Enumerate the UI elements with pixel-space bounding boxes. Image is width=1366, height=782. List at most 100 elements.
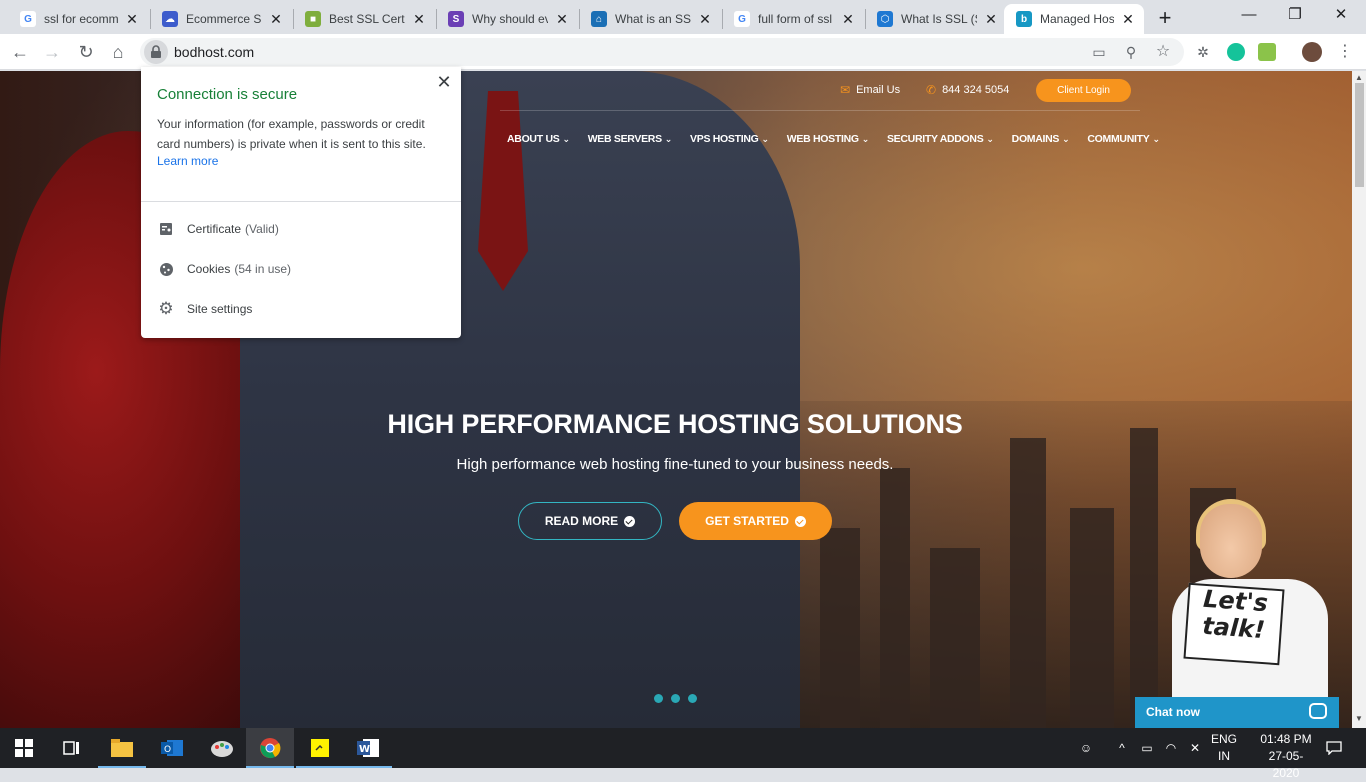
show-hidden-icons[interactable]: ^ bbox=[1112, 728, 1132, 768]
scroll-down-icon[interactable]: ▼ bbox=[1355, 714, 1363, 723]
page-scrollbar[interactable]: ▲ ▼ bbox=[1352, 71, 1366, 728]
maximize-button[interactable]: ❐ bbox=[1272, 0, 1318, 32]
header-divider bbox=[500, 110, 1140, 111]
phone-icon: ✆ bbox=[926, 83, 937, 97]
extension-gear-icon[interactable]: ✲ bbox=[1194, 43, 1212, 61]
file-explorer-icon[interactable] bbox=[98, 728, 146, 768]
minimize-button[interactable]: — bbox=[1226, 0, 1272, 32]
email-us-link[interactable]: ✉ Email Us bbox=[840, 83, 900, 97]
close-tab-icon[interactable]: ✕ bbox=[268, 11, 284, 28]
tab-managed-hosting[interactable]: b Managed Hosting ✕ bbox=[1004, 4, 1144, 34]
home-button[interactable]: ⌂ bbox=[106, 40, 130, 64]
close-tab-icon[interactable]: ✕ bbox=[411, 11, 427, 28]
client-login-button[interactable]: Client Login bbox=[1036, 79, 1131, 102]
back-button[interactable]: ← bbox=[8, 40, 32, 64]
paint-icon[interactable] bbox=[198, 728, 246, 768]
chat-bubble-icon bbox=[1309, 703, 1327, 719]
chevron-down-icon: ⌄ bbox=[861, 134, 870, 144]
close-tab-icon[interactable]: ✕ bbox=[1120, 11, 1136, 28]
close-icon[interactable]: ✕ bbox=[435, 73, 453, 91]
envelope-icon: ✉ bbox=[840, 83, 851, 97]
svg-text:O: O bbox=[164, 745, 171, 755]
phone-number[interactable]: ✆ 844 324 5054 bbox=[926, 83, 1009, 97]
tab-full-form-of-ssl[interactable]: G full form of ssl ✕ bbox=[722, 4, 864, 34]
site-settings-item[interactable]: ⚙ Site settings bbox=[157, 299, 252, 319]
tab-what-is-an-ssl[interactable]: ⌂ What is an SSL ✕ bbox=[579, 4, 721, 34]
slider-dot[interactable] bbox=[671, 694, 680, 703]
language-indicator[interactable]: ENG IN bbox=[1208, 731, 1240, 765]
task-view-button[interactable] bbox=[48, 728, 96, 768]
battery-icon[interactable]: ▭ bbox=[1136, 728, 1158, 768]
chevron-down-icon: ⌄ bbox=[761, 134, 770, 144]
close-tab-icon[interactable]: ✕ bbox=[124, 11, 140, 28]
get-started-button[interactable]: GET STARTED bbox=[679, 502, 832, 540]
cube-icon: ■ bbox=[305, 11, 321, 27]
bodhost-icon: b bbox=[1016, 11, 1032, 27]
tab-what-is-ssl-secure[interactable]: ⬡ What Is SSL (Secure ✕ bbox=[865, 4, 1007, 34]
gear-icon: ⚙ bbox=[158, 299, 174, 318]
new-tab-button[interactable]: + bbox=[1152, 6, 1178, 32]
tab-strip: G ssl for ecommerce ✕ ☁ Ecommerce SSL ✕ … bbox=[0, 0, 1366, 34]
learn-more-link[interactable]: Learn more bbox=[157, 154, 218, 168]
check-circle-icon bbox=[624, 515, 636, 527]
nav-community[interactable]: COMMUNITY ⌄ bbox=[1087, 133, 1160, 145]
read-more-button[interactable]: READ MORE bbox=[518, 502, 662, 540]
close-tab-icon[interactable]: ✕ bbox=[554, 11, 570, 28]
avatar[interactable] bbox=[1302, 42, 1322, 62]
volume-muted-icon[interactable]: ✕ bbox=[1184, 728, 1206, 768]
lock-icon[interactable] bbox=[144, 40, 168, 64]
menu-icon[interactable]: ⋮ bbox=[1336, 43, 1354, 61]
google-icon: G bbox=[20, 11, 36, 27]
chevron-down-icon: ⌄ bbox=[664, 134, 673, 144]
close-tab-icon[interactable]: ✕ bbox=[697, 11, 713, 28]
google-icon: G bbox=[734, 11, 750, 27]
close-tab-icon[interactable]: ✕ bbox=[840, 11, 856, 28]
nav-domains[interactable]: DOMAINS ⌄ bbox=[1012, 133, 1070, 145]
cookie-icon bbox=[157, 260, 175, 278]
hexagon-icon: ⬡ bbox=[877, 11, 893, 27]
chevron-down-icon: ⌄ bbox=[562, 134, 570, 144]
url-text[interactable]: bodhost.com bbox=[174, 44, 254, 60]
close-window-button[interactable]: ✕ bbox=[1318, 0, 1364, 32]
slider-dots bbox=[654, 694, 697, 703]
chat-now-button[interactable]: Chat now bbox=[1135, 697, 1339, 728]
bookmark-star-icon[interactable]: ☆ bbox=[1154, 43, 1172, 61]
outlook-icon[interactable]: O bbox=[148, 728, 196, 768]
scroll-thumb[interactable] bbox=[1355, 83, 1364, 187]
tab-ssl-for-ecommerce[interactable]: G ssl for ecommerce ✕ bbox=[8, 4, 148, 34]
notifications-icon[interactable] bbox=[1322, 728, 1346, 768]
grammarly-icon[interactable] bbox=[1227, 43, 1245, 61]
start-button[interactable] bbox=[0, 728, 48, 768]
check-circle-icon bbox=[794, 515, 806, 527]
browser-toolbar: ← → ↻ ⌂ bodhost.com ▭ ⚲ ☆ ✲ ⋮ bbox=[0, 34, 1366, 70]
people-icon[interactable]: ☺ bbox=[1074, 728, 1098, 768]
close-tab-icon[interactable]: ✕ bbox=[983, 11, 999, 28]
cookies-item[interactable]: Cookies (54 in use) bbox=[157, 259, 291, 279]
nav-web-hosting[interactable]: WEB HOSTING ⌄ bbox=[787, 133, 870, 145]
nav-web-servers[interactable]: WEB SERVERS ⌄ bbox=[588, 133, 673, 145]
chat-agent-face bbox=[1200, 504, 1262, 578]
tab-ecommerce-ssl[interactable]: ☁ Ecommerce SSL ✕ bbox=[150, 4, 292, 34]
chrome-icon[interactable] bbox=[246, 728, 294, 768]
zoom-icon[interactable]: ⚲ bbox=[1122, 43, 1140, 61]
lets-talk-sign[interactable]: Let's talk! bbox=[1183, 582, 1285, 666]
certificate-item[interactable]: Certificate (Valid) bbox=[157, 219, 279, 239]
scroll-up-icon[interactable]: ▲ bbox=[1355, 73, 1363, 82]
system-clock[interactable]: 01:48 PM 27-05-2020 bbox=[1256, 731, 1316, 782]
cast-icon[interactable]: ▭ bbox=[1090, 43, 1108, 61]
tab-best-ssl-certificate[interactable]: ■ Best SSL Certificate ✕ bbox=[293, 4, 435, 34]
reload-button[interactable]: ↻ bbox=[74, 40, 98, 64]
s-icon: S bbox=[448, 11, 464, 27]
slider-dot[interactable] bbox=[688, 694, 697, 703]
forward-button[interactable]: → bbox=[40, 40, 64, 64]
nav-about-us[interactable]: ABOUT US ⌄ bbox=[507, 133, 570, 145]
sticky-notes-icon[interactable] bbox=[296, 728, 344, 768]
address-bar[interactable]: bodhost.com ▭ ⚲ ☆ bbox=[140, 38, 1184, 66]
nav-security-addons[interactable]: SECURITY ADDONS ⌄ bbox=[887, 133, 994, 145]
slider-dot[interactable] bbox=[654, 694, 663, 703]
extension-icon[interactable] bbox=[1258, 43, 1276, 61]
word-icon[interactable]: W bbox=[344, 728, 392, 768]
tab-why-should-every[interactable]: S Why should every ✕ bbox=[436, 4, 578, 34]
wifi-icon[interactable]: ◠ bbox=[1160, 728, 1182, 768]
nav-vps-hosting[interactable]: VPS HOSTING ⌄ bbox=[690, 133, 769, 145]
